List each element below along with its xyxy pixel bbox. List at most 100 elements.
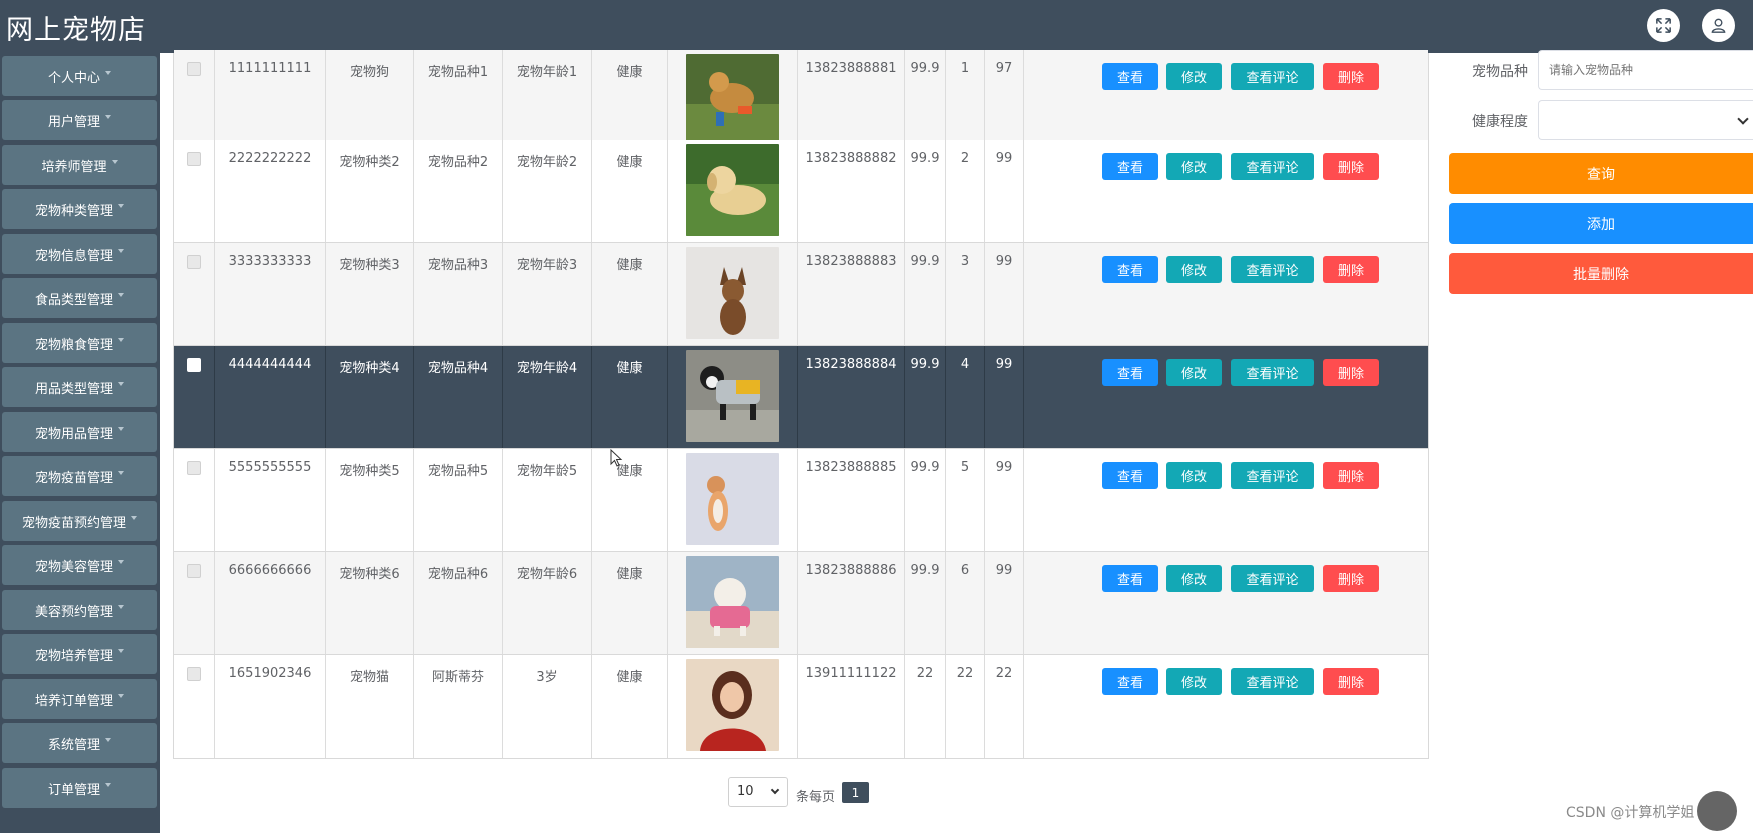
view-reviews-button[interactable]: 查看评论 xyxy=(1231,668,1314,695)
sidebar-item-supply-types[interactable]: 用品类型管理 xyxy=(2,367,157,407)
view-button[interactable]: 查看 xyxy=(1102,462,1158,489)
pet-breed-cell: 宠物品种3 xyxy=(414,243,503,345)
sidebar-item-label: 用户管理 xyxy=(47,114,100,130)
row-checkbox[interactable] xyxy=(187,62,201,76)
chevron-down-icon xyxy=(105,71,111,75)
breed-search-input[interactable] xyxy=(1538,50,1753,90)
edit-button[interactable]: 修改 xyxy=(1166,565,1222,592)
edit-button[interactable]: 修改 xyxy=(1166,63,1222,90)
sidebar-item-training-orders[interactable]: 培养订单管理 xyxy=(2,679,157,719)
phone-cell: 13823888884 xyxy=(798,346,905,448)
delete-button[interactable]: 删除 xyxy=(1323,63,1379,90)
row-checkbox[interactable] xyxy=(187,564,201,578)
top-header: 网上宠物店 xyxy=(0,0,1753,53)
view-button[interactable]: 查看 xyxy=(1102,256,1158,283)
table-row[interactable]: 5555555555 宠物种类5 宠物品种5 宠物年龄5 健康 13823888… xyxy=(174,449,1428,552)
sidebar-item-grooming-booking[interactable]: 美容预约管理 xyxy=(2,590,157,630)
row-checkbox[interactable] xyxy=(187,667,201,681)
health-cell: 健康 xyxy=(592,140,668,242)
chevron-down-icon xyxy=(118,382,124,386)
pet-photo xyxy=(686,350,779,442)
health-select[interactable] xyxy=(1538,100,1753,140)
table-row[interactable]: 6666666666 宠物种类6 宠物品种6 宠物年龄6 健康 13823888… xyxy=(174,552,1428,655)
view-reviews-button[interactable]: 查看评论 xyxy=(1231,256,1314,283)
pet-age-cell: 宠物年龄5 xyxy=(503,449,592,551)
health-cell: 健康 xyxy=(592,655,668,758)
pet-id-cell: 2222222222 xyxy=(215,140,326,242)
query-button[interactable]: 查询 xyxy=(1449,153,1753,194)
delete-button[interactable]: 删除 xyxy=(1323,668,1379,695)
row-checkbox[interactable] xyxy=(187,255,201,269)
page-size-select[interactable]: 10 xyxy=(728,777,788,807)
add-button[interactable]: 添加 xyxy=(1449,203,1753,244)
view-button[interactable]: 查看 xyxy=(1102,63,1158,90)
chevron-down-icon xyxy=(105,115,111,119)
table-row[interactable]: 4444444444 宠物种类4 宠物品种4 宠物年龄4 健康 13823888… xyxy=(174,346,1428,449)
delete-button[interactable]: 删除 xyxy=(1323,256,1379,283)
sidebar-item-pet-food[interactable]: 宠物粮食管理 xyxy=(2,323,157,363)
row-checkbox[interactable] xyxy=(187,358,201,372)
image-cell xyxy=(668,140,798,242)
sidebar-item-label: 食品类型管理 xyxy=(34,292,113,308)
view-reviews-button[interactable]: 查看评论 xyxy=(1231,565,1314,592)
sidebar-item-profile[interactable]: 个人中心 xyxy=(2,56,157,96)
sidebar-item-grooming[interactable]: 宠物美容管理 xyxy=(2,545,157,585)
sidebar-item-pet-types[interactable]: 宠物种类管理 xyxy=(2,189,157,229)
edit-button[interactable]: 修改 xyxy=(1166,462,1222,489)
sidebar-item-label: 宠物培养管理 xyxy=(34,648,113,664)
delete-button[interactable]: 删除 xyxy=(1323,462,1379,489)
view-button[interactable]: 查看 xyxy=(1102,359,1158,386)
edit-button[interactable]: 修改 xyxy=(1166,668,1222,695)
sidebar-item-pet-info[interactable]: 宠物信息管理 xyxy=(2,234,157,274)
pet-id-cell: 1111111111 xyxy=(215,50,326,152)
row-checkbox[interactable] xyxy=(187,461,201,475)
select-cell xyxy=(174,243,215,345)
sidebar-item-pet-supplies[interactable]: 宠物用品管理 xyxy=(2,412,157,452)
view-button[interactable]: 查看 xyxy=(1102,565,1158,592)
pet-age-cell: 宠物年龄3 xyxy=(503,243,592,345)
page-number-current[interactable]: 1 xyxy=(842,782,869,803)
sidebar-item-vaccines[interactable]: 宠物疫苗管理 xyxy=(2,456,157,496)
sidebar-item-trainers[interactable]: 培养师管理 xyxy=(2,145,157,185)
value-cell: 97 xyxy=(985,50,1024,152)
sidebar-item-orders[interactable]: 订单管理 xyxy=(2,768,157,808)
image-cell xyxy=(668,346,798,448)
view-reviews-button[interactable]: 查看评论 xyxy=(1231,153,1314,180)
delete-button[interactable]: 删除 xyxy=(1323,565,1379,592)
select-cell xyxy=(174,140,215,242)
chevron-down-icon xyxy=(118,560,124,564)
sidebar-item-system[interactable]: 系统管理 xyxy=(2,723,157,763)
value-cell: 5 xyxy=(946,449,985,551)
pet-id-cell: 4444444444 xyxy=(215,346,326,448)
user-icon[interactable] xyxy=(1702,9,1735,42)
view-reviews-button[interactable]: 查看评论 xyxy=(1231,359,1314,386)
sidebar-item-vaccine-booking[interactable]: 宠物疫苗预约管理 xyxy=(2,501,157,541)
table-row[interactable]: 2222222222 宠物种类2 宠物品种2 宠物年龄2 健康 13823888… xyxy=(174,140,1428,243)
table-row[interactable]: 1651902346 宠物猫 阿斯蒂芬 3岁 健康 13911111122 22… xyxy=(174,655,1428,758)
price-cell: 99.9 xyxy=(905,140,946,242)
edit-button[interactable]: 修改 xyxy=(1166,153,1222,180)
edit-button[interactable]: 修改 xyxy=(1166,256,1222,283)
view-reviews-button[interactable]: 查看评论 xyxy=(1231,63,1314,90)
edit-button[interactable]: 修改 xyxy=(1166,359,1222,386)
pet-breed-cell: 宠物品种6 xyxy=(414,552,503,654)
row-checkbox[interactable] xyxy=(187,152,201,166)
delete-button[interactable]: 删除 xyxy=(1323,153,1379,180)
expand-icon[interactable] xyxy=(1647,9,1680,42)
sidebar-item-training[interactable]: 宠物培养管理 xyxy=(2,634,157,674)
sidebar-item-food-types[interactable]: 食品类型管理 xyxy=(2,278,157,318)
select-cell xyxy=(174,50,215,152)
table-row[interactable]: 3333333333 宠物种类3 宠物品种3 宠物年龄3 健康 13823888… xyxy=(174,243,1428,346)
view-reviews-button[interactable]: 查看评论 xyxy=(1231,462,1314,489)
delete-button[interactable]: 删除 xyxy=(1323,359,1379,386)
table-row[interactable]: 1111111111 宠物狗 宠物品种1 宠物年龄1 健康 1382388888… xyxy=(174,50,1428,153)
sidebar-item-users[interactable]: 用户管理 xyxy=(2,100,157,140)
batch-delete-button[interactable]: 批量删除 xyxy=(1449,253,1753,294)
pet-photo xyxy=(686,556,779,648)
pet-age-cell: 3岁 xyxy=(503,655,592,758)
view-button[interactable]: 查看 xyxy=(1102,668,1158,695)
view-button[interactable]: 查看 xyxy=(1102,153,1158,180)
pet-id-cell: 6666666666 xyxy=(215,552,326,654)
pet-type-cell: 宠物种类3 xyxy=(326,243,414,345)
chevron-down-icon xyxy=(118,605,124,609)
